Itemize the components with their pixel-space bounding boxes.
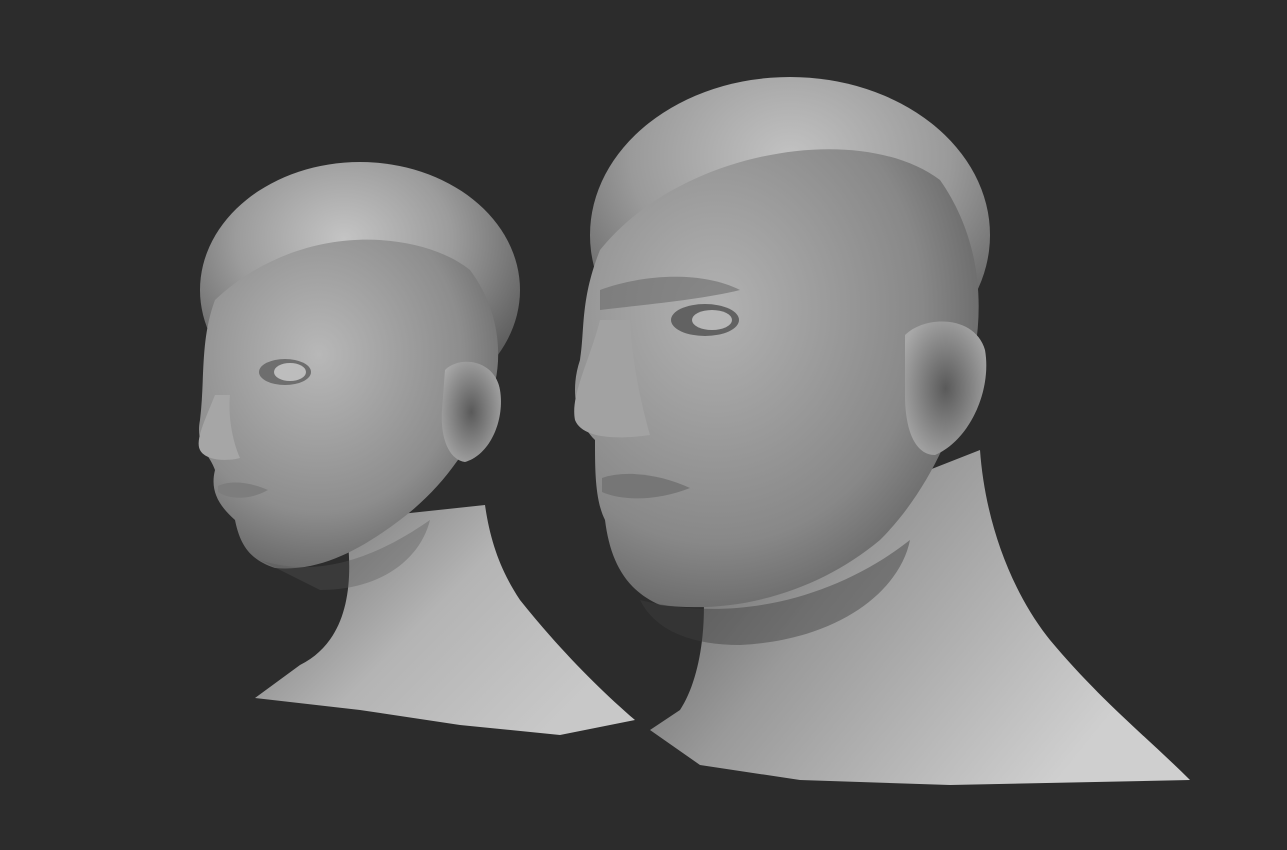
female-head[interactable] [198,162,635,735]
sculpt-render [198,77,1190,785]
3d-viewport[interactable] [0,0,1287,850]
male-head[interactable] [574,77,1190,785]
